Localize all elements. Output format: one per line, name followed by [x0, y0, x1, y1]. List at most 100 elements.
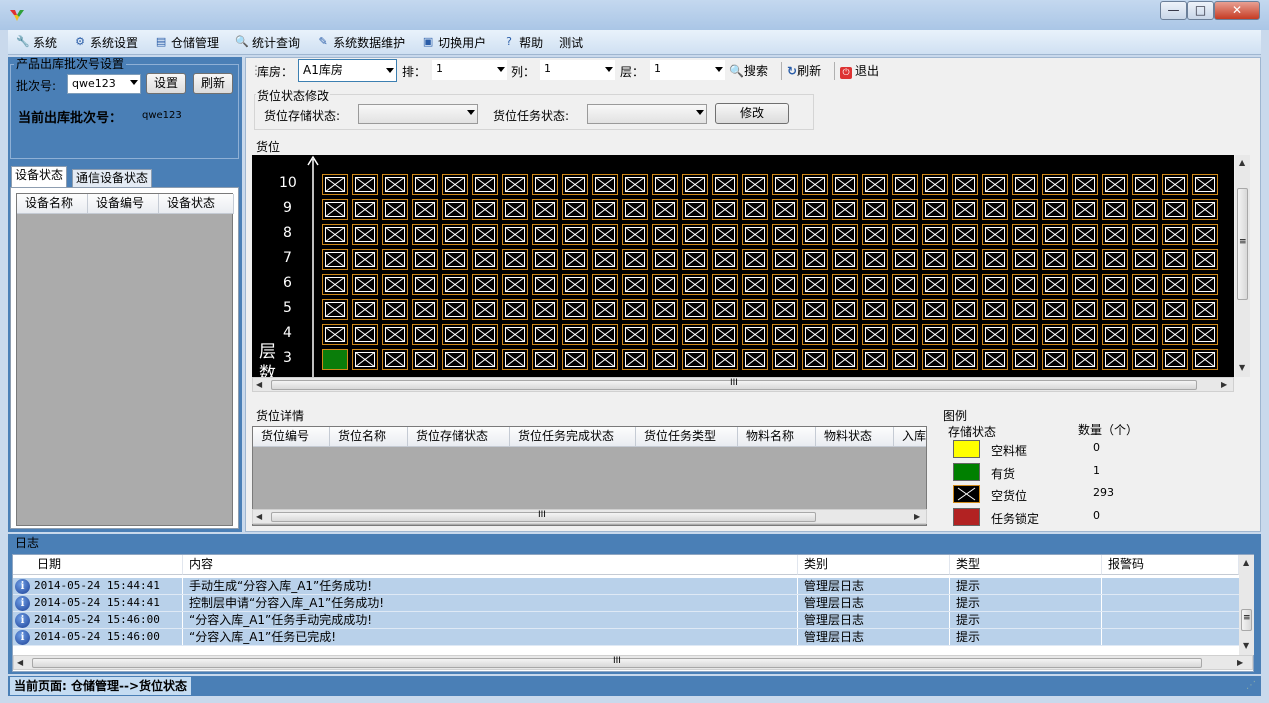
rack-cell-empty[interactable]: [592, 324, 618, 345]
rack-cell-empty[interactable]: [652, 249, 678, 270]
rack-cell-empty[interactable]: [472, 274, 498, 295]
rack-cell-empty[interactable]: [1072, 199, 1098, 220]
rack-cell-empty[interactable]: [412, 299, 438, 320]
log-col-1[interactable]: 日期: [13, 555, 183, 575]
rack-cell-empty[interactable]: [352, 199, 378, 220]
rack-cell-empty[interactable]: [832, 274, 858, 295]
rack-cell-empty[interactable]: [622, 224, 648, 245]
rack-cell-empty[interactable]: [652, 274, 678, 295]
rack-cell-empty[interactable]: [712, 299, 738, 320]
rack-cell-empty[interactable]: [622, 349, 648, 370]
rack-cell-empty[interactable]: [532, 274, 558, 295]
rack-cell-empty[interactable]: [1192, 174, 1218, 195]
row-select[interactable]: 1: [432, 60, 507, 80]
rack-cell-empty[interactable]: [922, 224, 948, 245]
log-col-4[interactable]: 类型: [950, 555, 1102, 575]
rack-cell-empty[interactable]: [502, 299, 528, 320]
rack-cell-empty[interactable]: [562, 324, 588, 345]
rack-cell-empty[interactable]: [322, 199, 348, 220]
rack-cell-empty[interactable]: [442, 249, 468, 270]
refresh-button[interactable]: ↻刷新: [787, 62, 821, 79]
rack-cell-empty[interactable]: [532, 249, 558, 270]
rack-cell-empty[interactable]: [412, 349, 438, 370]
rack-cell-empty[interactable]: [952, 324, 978, 345]
menu-item-1[interactable]: 🔧 系统: [8, 31, 65, 53]
rack-cell-empty[interactable]: [562, 274, 588, 295]
rack-cell-empty[interactable]: [382, 349, 408, 370]
scroll-down-icon[interactable]: ▼: [1243, 641, 1249, 650]
log-hscrollbar[interactable]: ◀ III ▶: [13, 655, 1253, 670]
rack-cell-empty[interactable]: [1012, 174, 1038, 195]
modify-button[interactable]: 修改: [715, 103, 789, 124]
rack-cell-empty[interactable]: [352, 324, 378, 345]
rack-cell-empty[interactable]: [562, 199, 588, 220]
rack-cell-empty[interactable]: [682, 324, 708, 345]
rack-cell-empty[interactable]: [952, 299, 978, 320]
rack-cell-empty[interactable]: [712, 249, 738, 270]
rack-cell-empty[interactable]: [1072, 299, 1098, 320]
rack-cell-empty[interactable]: [502, 349, 528, 370]
rack-cell-empty[interactable]: [322, 249, 348, 270]
resize-grip-icon[interactable]: ⋰: [1246, 680, 1256, 691]
rack-cell-empty[interactable]: [1072, 249, 1098, 270]
rack-cell-empty[interactable]: [862, 324, 888, 345]
rack-cell-empty[interactable]: [862, 349, 888, 370]
rack-cell-empty[interactable]: [1072, 324, 1098, 345]
details-col-5[interactable]: 货位任务类型: [636, 427, 738, 447]
rack-cell-empty[interactable]: [472, 249, 498, 270]
rack-cell-empty[interactable]: [382, 324, 408, 345]
rack-cell-empty[interactable]: [1042, 174, 1068, 195]
rack-cell-empty[interactable]: [922, 349, 948, 370]
rack-cell-empty[interactable]: [1102, 224, 1128, 245]
rack-cell-empty[interactable]: [532, 174, 558, 195]
rack-cell-empty[interactable]: [1132, 174, 1158, 195]
rack-cell-empty[interactable]: [502, 324, 528, 345]
rack-cell-empty[interactable]: [562, 174, 588, 195]
rack-cell-empty[interactable]: [562, 224, 588, 245]
menu-item-4[interactable]: 🔍 统计查询: [227, 31, 308, 53]
rack-cell-empty[interactable]: [742, 249, 768, 270]
menu-item-6[interactable]: ▣ 切换用户: [413, 31, 494, 53]
rack-cell-empty[interactable]: [412, 324, 438, 345]
rack-cell-empty[interactable]: [1132, 324, 1158, 345]
rack-cell-empty[interactable]: [712, 324, 738, 345]
rack-cell-empty[interactable]: [562, 299, 588, 320]
rack-cell-empty[interactable]: [532, 299, 558, 320]
details-hscrollbar[interactable]: ◀ III ▶: [252, 509, 927, 524]
rack-cell-empty[interactable]: [862, 224, 888, 245]
rack-cell-empty[interactable]: [1072, 174, 1098, 195]
rack-cell-empty[interactable]: [1072, 224, 1098, 245]
rack-cell-empty[interactable]: [832, 249, 858, 270]
menu-item-7[interactable]: ? 帮助: [494, 31, 551, 53]
rack-cell-empty[interactable]: [1102, 299, 1128, 320]
rack-cell-empty[interactable]: [1162, 249, 1188, 270]
rack-cell-empty[interactable]: [1012, 224, 1038, 245]
rack-cell-empty[interactable]: [382, 224, 408, 245]
rack-cell-empty[interactable]: [382, 174, 408, 195]
rack-cell-empty[interactable]: [472, 299, 498, 320]
rack-cell-empty[interactable]: [352, 274, 378, 295]
rack-cell-empty[interactable]: [1102, 349, 1128, 370]
rack-cell-empty[interactable]: [952, 349, 978, 370]
rack-cell-empty[interactable]: [1132, 349, 1158, 370]
rack-cell-empty[interactable]: [502, 249, 528, 270]
rack-cell-empty[interactable]: [832, 224, 858, 245]
rack-cell-empty[interactable]: [922, 174, 948, 195]
rack-cell-empty[interactable]: [1042, 249, 1068, 270]
rack-cell-empty[interactable]: [982, 199, 1008, 220]
rack-cell-empty[interactable]: [892, 349, 918, 370]
rack-cell-empty[interactable]: [862, 199, 888, 220]
rack-cell-empty[interactable]: [742, 174, 768, 195]
rack-cell-empty[interactable]: [982, 274, 1008, 295]
rack-cell-empty[interactable]: [532, 224, 558, 245]
rack-cell-empty[interactable]: [502, 174, 528, 195]
rack-canvas[interactable]: 层数 10 9 8 7 6 5 4 3: [252, 155, 1234, 377]
rack-cell-empty[interactable]: [802, 274, 828, 295]
rack-cell-empty[interactable]: [1102, 199, 1128, 220]
rack-cell-empty[interactable]: [952, 224, 978, 245]
rack-cell-empty[interactable]: [832, 349, 858, 370]
rack-cell-empty[interactable]: [772, 224, 798, 245]
rack-cell-empty[interactable]: [442, 299, 468, 320]
scroll-left-icon[interactable]: ◀: [256, 380, 262, 389]
tab-comm-device-status[interactable]: 通信设备状态: [72, 169, 153, 188]
